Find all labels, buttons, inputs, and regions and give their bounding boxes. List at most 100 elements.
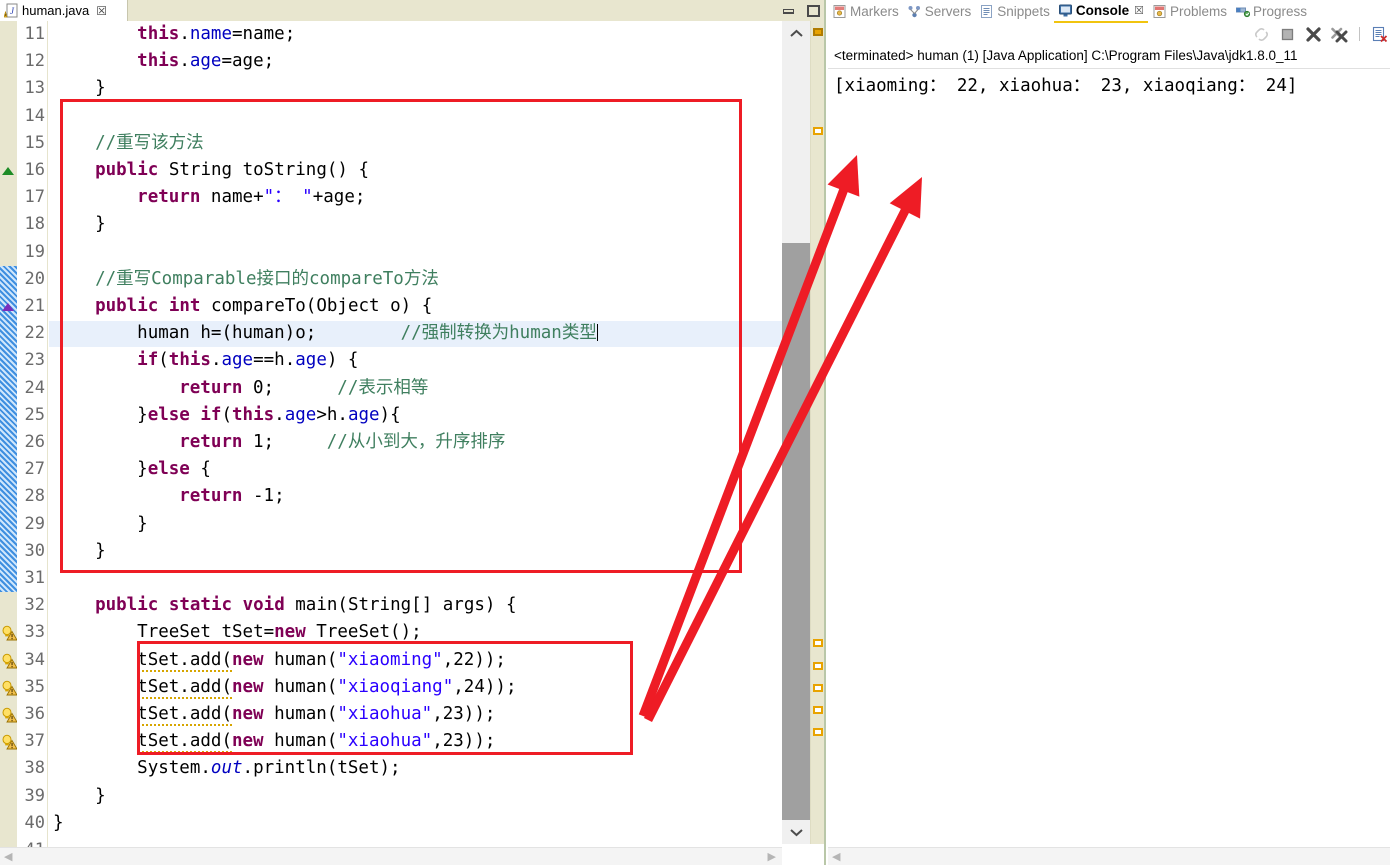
editor-tab-human-java[interactable]: J human.java ☒: [0, 0, 128, 21]
line-number: 20: [0, 266, 47, 293]
console-tab-label: Console: [1076, 3, 1129, 18]
line-number: 28: [0, 483, 47, 510]
ruler-mark[interactable]: [813, 662, 823, 670]
line-number: 17: [0, 184, 47, 211]
close-icon[interactable]: ☒: [96, 4, 107, 18]
editor-window-buttons: [783, 0, 820, 21]
maximize-icon[interactable]: [807, 5, 820, 17]
line-number: 23: [0, 347, 47, 374]
java-file-warning-icon: J: [4, 3, 19, 18]
line-number: 32: [0, 592, 47, 619]
console-icon: [1058, 3, 1073, 18]
editor-tab-bar: J human.java ☒: [0, 0, 826, 22]
console-tab-markers[interactable]: Markers: [828, 0, 903, 22]
line-number: 26: [0, 429, 47, 456]
code-line: //重写该方法: [95, 130, 204, 157]
code-line: return name+"： "+age;: [137, 184, 365, 211]
ruler-mark[interactable]: [813, 127, 823, 135]
warning-icon[interactable]: [1, 653, 17, 669]
line-number: 15: [0, 130, 47, 157]
pane-divider[interactable]: [824, 0, 826, 865]
line-number: 18: [0, 211, 47, 238]
console-view-tab-bar[interactable]: Markers ServersSnippets Console ☒ Problems Pr…: [828, 0, 1390, 22]
line-number: 12: [0, 48, 47, 75]
line-number: 29: [0, 511, 47, 538]
code-line: public int compareTo(Object o) {: [95, 293, 432, 320]
console-hscroll-left-icon[interactable]: ◀: [832, 850, 840, 863]
scroll-up-icon[interactable]: [782, 21, 810, 45]
code-line: }: [95, 211, 106, 238]
code-line: }: [95, 538, 106, 565]
console-tab-label: Markers: [850, 4, 899, 19]
code-line: //重写Comparable接口的compareTo方法: [95, 266, 439, 293]
warning-icon[interactable]: [1, 707, 17, 723]
ruler-mark[interactable]: [813, 684, 823, 692]
gutter-separator: [47, 21, 48, 865]
warning-icon[interactable]: [1, 680, 17, 696]
close-icon[interactable]: ☒: [1134, 4, 1144, 17]
text-caret: [597, 324, 598, 341]
progress-icon: [1235, 4, 1250, 19]
clear-console-icon[interactable]: [1371, 26, 1388, 43]
ruler-mark[interactable]: [813, 28, 823, 36]
editor-gutter[interactable]: 1112131415161718192021222324252627282930…: [0, 21, 49, 865]
minimize-icon[interactable]: [783, 7, 794, 14]
hscroll-left-icon[interactable]: ◀: [4, 850, 12, 863]
hscroll-right-icon[interactable]: ▶: [768, 850, 776, 863]
line-number: 22: [0, 320, 47, 347]
ruler-mark[interactable]: [813, 639, 823, 647]
scroll-down-icon[interactable]: [782, 820, 810, 844]
warning-icon[interactable]: [1, 625, 17, 641]
console-horizontal-scrollbar[interactable]: ◀: [828, 847, 1390, 865]
code-line: }else {: [137, 456, 211, 483]
ruler-mark[interactable]: [813, 706, 823, 714]
code-line: if(this.age==h.age) {: [137, 347, 358, 374]
servers-icon: [907, 4, 922, 19]
line-number: 13: [0, 75, 47, 102]
warning-icon[interactable]: [1, 734, 17, 750]
code-line: this.name=name;: [137, 21, 295, 48]
eclipse-ide-window: J human.java ☒ 1112131415161718192021222…: [0, 0, 1390, 865]
scrollbar-thumb[interactable]: [782, 243, 810, 823]
code-text-area[interactable]: this.name=name;this.age=age;}//重写该方法publ…: [49, 21, 782, 844]
relaunch-icon[interactable]: [1253, 26, 1270, 43]
console-tab-label: Problems: [1170, 4, 1227, 19]
code-line: public static void main(String[] args) {: [95, 592, 516, 619]
code-line: tSet.add(new human("xiaohua",23));: [137, 701, 495, 728]
remove-all-terminated-icon[interactable]: [1331, 26, 1348, 43]
editor-vertical-scrollbar[interactable]: [782, 21, 810, 844]
console-pane: Markers ServersSnippets Console ☒ Problems Pr…: [828, 0, 1390, 865]
console-tab-snippets[interactable]: Snippets: [975, 0, 1054, 22]
line-number: 19: [0, 239, 47, 266]
code-line: }: [137, 511, 148, 538]
code-line: return 0; //表示相等: [179, 375, 428, 402]
console-header-rule: [828, 68, 1390, 69]
code-line: return 1; //从小到大，升序排序: [179, 429, 505, 456]
code-line: }: [53, 810, 64, 837]
line-number: 31: [0, 565, 47, 592]
remove-launch-icon[interactable]: [1305, 26, 1322, 43]
ruler-mark[interactable]: [813, 728, 823, 736]
overview-ruler[interactable]: [810, 21, 825, 844]
code-line: tSet.add(new human("xiaohua",23));: [137, 728, 495, 755]
code-line: }else if(this.age>h.age){: [137, 402, 400, 429]
line-number: 27: [0, 456, 47, 483]
line-number: 40: [0, 810, 47, 837]
console-tab-problems[interactable]: Problems: [1148, 0, 1231, 22]
console-toolbar[interactable]: [1253, 23, 1388, 45]
override-marker-icon[interactable]: [2, 167, 14, 175]
implements-marker-icon[interactable]: [2, 303, 14, 311]
editor-pane: J human.java ☒ 1112131415161718192021222…: [0, 0, 826, 865]
editor-horizontal-scrollbar[interactable]: ◀ ▶: [0, 847, 782, 865]
console-tab-servers[interactable]: Servers: [903, 0, 976, 22]
terminate-icon[interactable]: [1279, 26, 1296, 43]
code-line: tSet.add(new human("xiaoqiang",24));: [137, 674, 516, 701]
code-line: human h=(human)o; //强制转换为human类型: [137, 320, 598, 347]
code-line: TreeSet tSet=new TreeSet();: [137, 619, 422, 646]
console-tab-progress[interactable]: Progress: [1231, 0, 1311, 22]
code-line: tSet.add(new human("xiaoming",22));: [137, 647, 506, 674]
console-tab-console[interactable]: Console ☒: [1054, 0, 1148, 23]
console-tab-label: Servers: [925, 4, 972, 19]
code-line: System.out.println(tSet);: [137, 755, 400, 782]
toolbar-separator: [1359, 27, 1360, 41]
